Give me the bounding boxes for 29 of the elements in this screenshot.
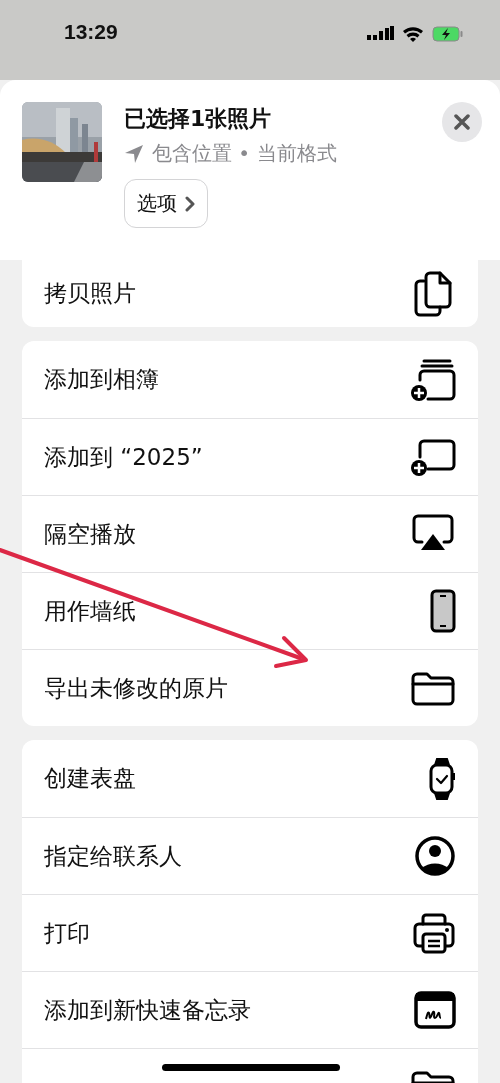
sheet-title: 已选择1张照片 bbox=[124, 105, 272, 133]
memo-icon bbox=[414, 991, 456, 1029]
menu-item[interactable]: 导出未修改的原片 bbox=[22, 649, 478, 726]
menu-item[interactable]: 添加到相簿 bbox=[22, 341, 478, 418]
contact-icon bbox=[414, 835, 456, 877]
signal-icon bbox=[367, 26, 394, 40]
menu-item[interactable]: 指定给联系人 bbox=[22, 817, 478, 894]
menu-item[interactable]: 拷贝照片 bbox=[22, 260, 478, 327]
close-icon bbox=[454, 114, 470, 130]
menu-item[interactable]: 打印 bbox=[22, 894, 478, 971]
menu-item[interactable]: 添加到 “2025” bbox=[22, 418, 478, 495]
album-add-icon bbox=[410, 437, 456, 477]
menu-item[interactable]: 用作墙纸 bbox=[22, 572, 478, 649]
printer-icon bbox=[412, 912, 456, 954]
battery-icon bbox=[432, 26, 464, 42]
location-arrow-icon bbox=[124, 143, 144, 164]
album-add-icon bbox=[410, 357, 456, 402]
menu-item[interactable]: 创建表盘 bbox=[22, 740, 478, 817]
wifi-icon bbox=[402, 26, 424, 42]
chevron-right-icon bbox=[185, 195, 195, 212]
watch-icon bbox=[428, 756, 456, 801]
close-button[interactable] bbox=[442, 102, 482, 142]
folder-icon bbox=[410, 670, 456, 706]
menu-item[interactable]: 添加到新快速备忘录 bbox=[22, 971, 478, 1048]
options-button[interactable]: 选项 bbox=[124, 179, 208, 228]
phone-icon bbox=[430, 589, 456, 633]
status-time: 13:29 bbox=[64, 20, 118, 45]
menu-item[interactable]: 隔空播放 bbox=[22, 495, 478, 572]
sheet-subtitle: 包含位置 • 当前格式 bbox=[152, 140, 337, 167]
